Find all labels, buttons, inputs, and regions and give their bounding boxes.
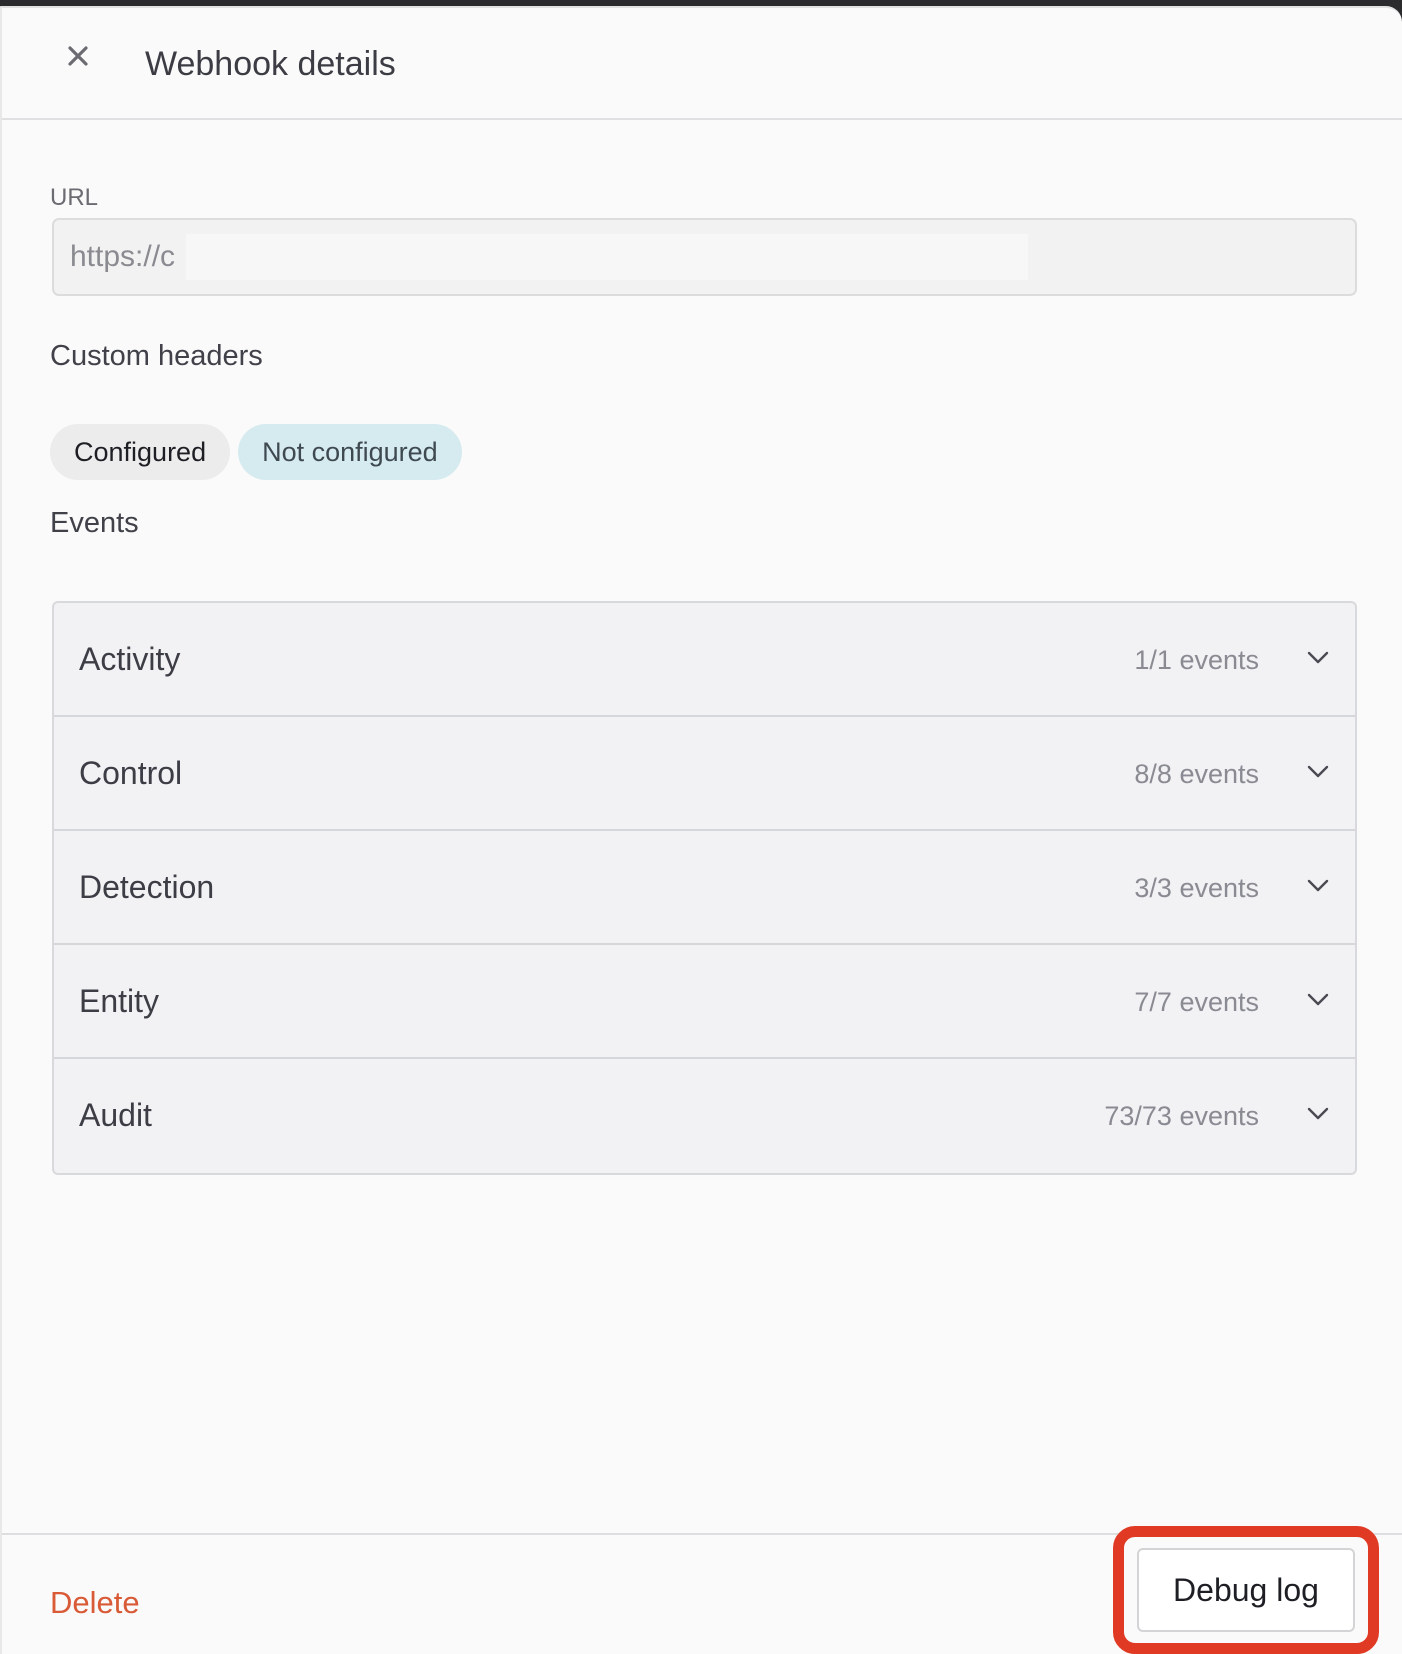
url-value: https://c [70, 240, 176, 273]
event-group-name: Activity [79, 641, 181, 677]
debug-log-button[interactable]: Debug log [1137, 1548, 1355, 1632]
event-group-name: Audit [79, 1097, 152, 1133]
event-group-count: 3/3 events [1134, 873, 1259, 903]
webhook-details-panel: Webhook details URL https://c Custom hea… [0, 6, 1402, 1654]
event-group-count: 1/1 events [1134, 645, 1259, 675]
event-group-name: Detection [79, 869, 215, 905]
event-group-count: 73/73 events [1104, 1101, 1259, 1131]
chevron-down-icon [1305, 1101, 1331, 1127]
custom-headers-label: Custom headers [50, 340, 263, 372]
event-group-name: Control [79, 755, 183, 791]
event-group-count: 7/7 events [1134, 987, 1259, 1017]
chevron-down-icon [1305, 645, 1331, 671]
close-icon [67, 45, 89, 72]
url-redaction [186, 234, 1028, 280]
chevron-down-icon [1305, 873, 1331, 899]
not-configured-option[interactable]: Not configured [238, 424, 462, 480]
event-group-count: 8/8 events [1134, 759, 1259, 789]
event-group-control[interactable]: Control 8/8 events [54, 717, 1355, 831]
url-field[interactable]: https://c [52, 218, 1357, 296]
custom-headers-toggle: Configured Not configured [50, 424, 462, 480]
event-group-name: Entity [79, 983, 160, 1019]
chevron-down-icon [1305, 759, 1331, 785]
url-label: URL [50, 184, 99, 211]
event-group-audit[interactable]: Audit 73/73 events [54, 1059, 1355, 1173]
close-button[interactable] [58, 38, 98, 78]
configured-option[interactable]: Configured [50, 424, 231, 480]
chevron-down-icon [1305, 987, 1331, 1013]
panel-header: Webhook details [2, 8, 1402, 120]
events-label: Events [50, 507, 139, 539]
delete-button[interactable]: Delete [50, 1585, 140, 1621]
page-title: Webhook details [145, 45, 396, 83]
event-group-detection[interactable]: Detection 3/3 events [54, 831, 1355, 945]
event-group-activity[interactable]: Activity 1/1 events [54, 603, 1355, 717]
events-list: Activity 1/1 events Control 8/8 events D… [52, 601, 1357, 1175]
event-group-entity[interactable]: Entity 7/7 events [54, 945, 1355, 1059]
